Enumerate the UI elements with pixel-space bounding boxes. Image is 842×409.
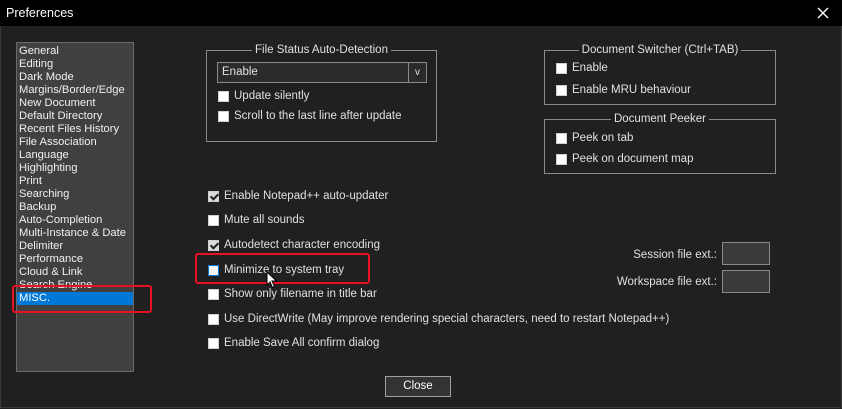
category-item[interactable]: Editing xyxy=(17,58,133,71)
peek-doc-map-label: Peek on document map xyxy=(572,153,694,165)
scroll-last-line-checkbox[interactable] xyxy=(218,110,229,122)
autodetect-encoding-label: Autodetect character encoding xyxy=(224,239,380,251)
peek-on-tab-checkbox[interactable] xyxy=(556,132,567,144)
mute-sounds-option[interactable]: Mute all sounds xyxy=(208,214,305,226)
chevron-down-icon[interactable]: v xyxy=(408,63,426,82)
category-item[interactable]: Print xyxy=(17,175,133,188)
auto-updater-label: Enable Notepad++ auto-updater xyxy=(224,190,389,202)
peek-on-tab-label: Peek on tab xyxy=(572,132,634,144)
auto-updater-checkbox[interactable] xyxy=(208,190,219,202)
save-all-confirm-label: Enable Save All confirm dialog xyxy=(224,337,380,349)
doc-peeker-group: Document Peeker xyxy=(544,113,776,174)
minimize-tray-checkbox[interactable] xyxy=(208,264,219,276)
category-item[interactable]: Multi-Instance & Date xyxy=(17,227,133,240)
save-all-confirm-option[interactable]: Enable Save All confirm dialog xyxy=(208,337,379,349)
close-icon xyxy=(817,7,829,19)
peek-doc-map-checkbox[interactable] xyxy=(556,153,567,165)
category-item[interactable]: Language xyxy=(17,149,133,162)
doc-switcher-enable-label: Enable xyxy=(572,62,608,74)
mru-behaviour-label: Enable MRU behaviour xyxy=(572,84,691,96)
update-silently-option[interactable]: Update silently xyxy=(218,90,309,102)
update-silently-checkbox[interactable] xyxy=(218,90,229,102)
category-item[interactable]: MISC. xyxy=(17,292,133,305)
window-title: Preferences xyxy=(6,6,74,20)
session-ext-input[interactable] xyxy=(722,242,770,265)
mute-sounds-label: Mute all sounds xyxy=(224,214,305,226)
doc-switcher-enable-checkbox[interactable] xyxy=(556,62,567,74)
doc-switcher-group: Document Switcher (Ctrl+TAB) xyxy=(544,44,776,105)
directwrite-checkbox[interactable] xyxy=(208,313,219,325)
category-item[interactable]: Search Engine xyxy=(17,279,133,292)
category-item[interactable]: Backup xyxy=(17,201,133,214)
peek-doc-map-option[interactable]: Peek on document map xyxy=(556,153,693,165)
close-window-button[interactable] xyxy=(812,2,834,24)
peek-on-tab-option[interactable]: Peek on tab xyxy=(556,132,633,144)
category-item[interactable]: Default Directory xyxy=(17,110,133,123)
mouse-cursor-icon xyxy=(266,271,278,289)
category-item[interactable]: Margins/Border/Edge xyxy=(17,84,133,97)
autodetect-encoding-checkbox[interactable] xyxy=(208,239,219,251)
workspace-ext-label: Workspace file ext.: xyxy=(616,276,717,288)
category-item[interactable]: Highlighting xyxy=(17,162,133,175)
close-button[interactable]: Close xyxy=(385,376,451,397)
category-item[interactable]: General xyxy=(17,45,133,58)
title-bar[interactable]: Preferences xyxy=(0,0,842,26)
category-item[interactable]: Performance xyxy=(17,253,133,266)
category-item[interactable]: Delimiter xyxy=(17,240,133,253)
doc-switcher-enable-option[interactable]: Enable xyxy=(556,62,608,74)
minimize-tray-label: Minimize to system tray xyxy=(224,264,345,276)
category-item[interactable]: Cloud & Link xyxy=(17,266,133,279)
directwrite-option[interactable]: Use DirectWrite (May improve rendering s… xyxy=(208,313,669,325)
file-status-select[interactable]: Enable v xyxy=(217,62,427,83)
auto-updater-option[interactable]: Enable Notepad++ auto-updater xyxy=(208,190,388,202)
workspace-ext-input[interactable] xyxy=(722,270,770,293)
category-item[interactable]: Searching xyxy=(17,188,133,201)
doc-switcher-group-title: Document Switcher (Ctrl+TAB) xyxy=(578,44,742,56)
filename-title-option[interactable]: Show only filename in title bar xyxy=(208,288,377,300)
mru-behaviour-option[interactable]: Enable MRU behaviour xyxy=(556,84,691,96)
mru-behaviour-checkbox[interactable] xyxy=(556,84,567,96)
save-all-confirm-checkbox[interactable] xyxy=(208,337,219,349)
category-item[interactable]: Recent Files History xyxy=(17,123,133,136)
category-item[interactable]: File Association xyxy=(17,136,133,149)
update-silently-label: Update silently xyxy=(234,90,310,102)
category-item[interactable]: New Document xyxy=(17,97,133,110)
session-ext-label: Session file ext.: xyxy=(633,249,717,261)
category-item[interactable]: Auto-Completion xyxy=(17,214,133,227)
mute-sounds-checkbox[interactable] xyxy=(208,214,219,226)
doc-peeker-group-title: Document Peeker xyxy=(610,113,710,125)
scroll-last-line-label: Scroll to the last line after update xyxy=(234,110,402,122)
autodetect-encoding-option[interactable]: Autodetect character encoding xyxy=(208,239,380,251)
filename-title-checkbox[interactable] xyxy=(208,288,219,300)
file-status-select-value: Enable xyxy=(222,66,258,78)
category-list[interactable]: General Editing Dark Mode Margins/Border/Ed… xyxy=(16,42,134,372)
directwrite-label: Use DirectWrite (May improve rendering s… xyxy=(224,313,670,325)
scroll-last-line-option[interactable]: Scroll to the last line after update xyxy=(218,110,402,122)
file-status-group-title: File Status Auto-Detection xyxy=(252,44,391,56)
category-item[interactable]: Dark Mode xyxy=(17,71,133,84)
filename-title-label: Show only filename in title bar xyxy=(224,288,377,300)
